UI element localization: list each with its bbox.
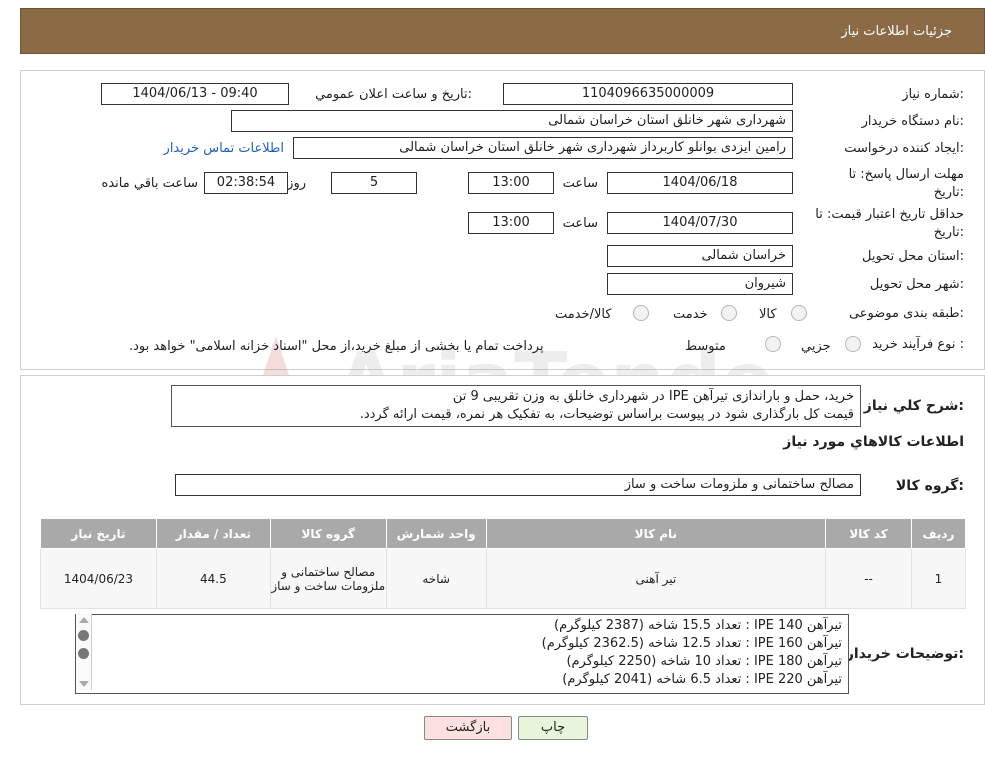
city-field: شیروان: [607, 273, 793, 295]
buyer-contact-link[interactable]: اطلاعات تماس خريدار: [164, 141, 284, 156]
category-radio-goods-service[interactable]: [633, 305, 649, 321]
col-need-date: تاريخ نياز: [40, 518, 157, 549]
table-header-row: تاريخ نياز تعداد / مقدار گروه كالا واحد …: [40, 518, 967, 549]
table-row: 1404/06/23 44.5 مصالح ساختمانی و ملزومات…: [40, 548, 967, 609]
deadline-time-field: 13:00: [468, 172, 554, 194]
province-label: استان محل تحويل:: [862, 249, 964, 264]
process-label: نوع فرآيند خريد :: [872, 337, 964, 352]
cell-unit: شاخه: [385, 548, 487, 609]
summary-line-2: قیمت کل بارگذاری شود در پیوست براساس توض…: [359, 407, 854, 422]
category-option-service: خدمت: [673, 307, 708, 322]
validity-time-field: 13:00: [468, 212, 554, 234]
scroll-track-dot-icon: [78, 648, 89, 659]
summary-label: شرح كلي نياز:: [863, 398, 964, 414]
category-option-goods-service: کالا/خدمت: [555, 307, 612, 322]
goods-info-title: اطلاعات كالاهاي مورد نياز: [783, 434, 964, 450]
goods-details-panel: شرح كلي نياز: خرید، حمل و باراندازی تیرآ…: [20, 375, 985, 705]
col-unit: واحد شمارش: [385, 518, 487, 549]
summary-textarea[interactable]: خرید، حمل و باراندازی تیرآهن IPE در شهرد…: [171, 385, 861, 427]
deadline-label-2: تاريخ:: [933, 185, 964, 200]
validity-time-label: ساعت: [562, 216, 598, 231]
buyer-notes-scrollbar[interactable]: [76, 614, 92, 690]
col-row-number: رديف: [910, 518, 967, 549]
scroll-down-icon[interactable]: [79, 681, 89, 687]
category-radio-goods[interactable]: [791, 305, 807, 321]
deadline-time-label: ساعت: [562, 176, 598, 191]
buyer-note-line-1: تیرآهن IPE 140 : تعداد 15.5 شاخه (2387 ک…: [554, 618, 842, 633]
validity-label-2: تاريخ:: [933, 225, 964, 240]
requester-label: ايجاد كننده درخواست:: [844, 141, 964, 156]
category-label: طبقه بندی موضوعی:: [848, 306, 964, 321]
col-goods-code: كد كالا: [825, 518, 912, 549]
validity-label: حداقل تاريخ اعتبار قيمت: تا: [815, 207, 964, 222]
goods-table: تاريخ نياز تعداد / مقدار گروه كالا واحد …: [40, 518, 967, 609]
cell-goods-name: تیر آهنی: [485, 548, 827, 609]
col-goods-name: نام كالا: [485, 518, 827, 549]
remaining-time-field: 02:38:54: [204, 172, 288, 194]
payment-note: پرداخت تمام یا بخشی از مبلغ خرید،از محل …: [129, 339, 544, 354]
cell-quantity: 44.5: [155, 548, 271, 609]
scroll-up-icon[interactable]: [79, 617, 89, 623]
announce-datetime-field: 1404/06/13 - 09:40: [101, 83, 289, 105]
process-radio-medium[interactable]: [765, 336, 781, 352]
buyer-note-line-4: تیرآهن IPE 220 : تعداد 6.5 شاخه (2041 کی…: [562, 672, 842, 687]
cell-need-date: 1404/06/23: [40, 548, 157, 609]
goods-group-field: مصالح ساختمانی و ملزومات ساخت و ساز: [175, 474, 861, 496]
process-option-minor: جزيي: [801, 339, 831, 354]
print-button[interactable]: چاپ: [518, 716, 588, 740]
goods-group-label: گروه كالا:: [895, 478, 964, 494]
announce-label: تاریخ و ساعت اعلان عمومي:: [315, 87, 472, 102]
buyer-note-line-3: تیرآهن IPE 180 : تعداد 10 شاخه (2250 کیل…: [566, 654, 842, 669]
deadline-date-field: 1404/06/18: [607, 172, 793, 194]
need-number-label: شماره نیاز:: [902, 87, 964, 102]
cell-row-number: 1: [910, 548, 967, 609]
category-radio-service[interactable]: [721, 305, 737, 321]
summary-line-1: خرید، حمل و باراندازی تیرآهن IPE در شهرد…: [452, 389, 854, 404]
deadline-label: مهلت ارسال پاسخ: تا: [848, 167, 964, 182]
need-info-panel: AriaTender.neT شماره نیاز: 1104096635000…: [20, 70, 985, 427]
city-label: شهر محل تحويل:: [869, 277, 964, 292]
buyer-org-label: نام دستگاه خريدار:: [861, 114, 964, 129]
days-remaining-field: 5: [331, 172, 417, 194]
validity-date-field: 1404/07/30: [607, 212, 793, 234]
requester-field: رامین ایزدی بوانلو کاربرداز شهرداری شهر …: [293, 137, 793, 159]
col-goods-group: گروه كالا: [269, 518, 387, 549]
back-button[interactable]: بازگشت: [424, 716, 512, 740]
buyer-notes-label: توضيحات خريدار:: [845, 646, 964, 662]
cell-goods-group: مصالح ساختمانی و ملزومات ساخت و ساز: [269, 548, 387, 609]
buyer-note-line-2: تیرآهن IPE 160 : تعداد 12.5 شاخه (2362.5…: [541, 636, 842, 651]
scroll-thumb-icon[interactable]: [78, 630, 89, 641]
page-title: جزئیات اطلاعات نیاز: [841, 24, 952, 39]
buyer-notes-textarea[interactable]: تیرآهن IPE 140 : تعداد 15.5 شاخه (2387 ک…: [75, 614, 849, 694]
category-option-goods: کالا: [759, 307, 777, 322]
buyer-org-field: شهرداری شهر خانلق استان خراسان شمالی: [231, 110, 793, 132]
cell-goods-code: --: [825, 548, 912, 609]
process-option-medium: متوسط: [685, 339, 726, 354]
need-number-field: 1104096635000009: [503, 83, 793, 105]
remaining-time-label: ساعت باقي مانده: [101, 176, 198, 191]
page-header: جزئیات اطلاعات نیاز: [20, 8, 985, 54]
province-field: خراسان شمالی: [607, 245, 793, 267]
process-radio-minor[interactable]: [845, 336, 861, 352]
col-quantity: تعداد / مقدار: [155, 518, 271, 549]
